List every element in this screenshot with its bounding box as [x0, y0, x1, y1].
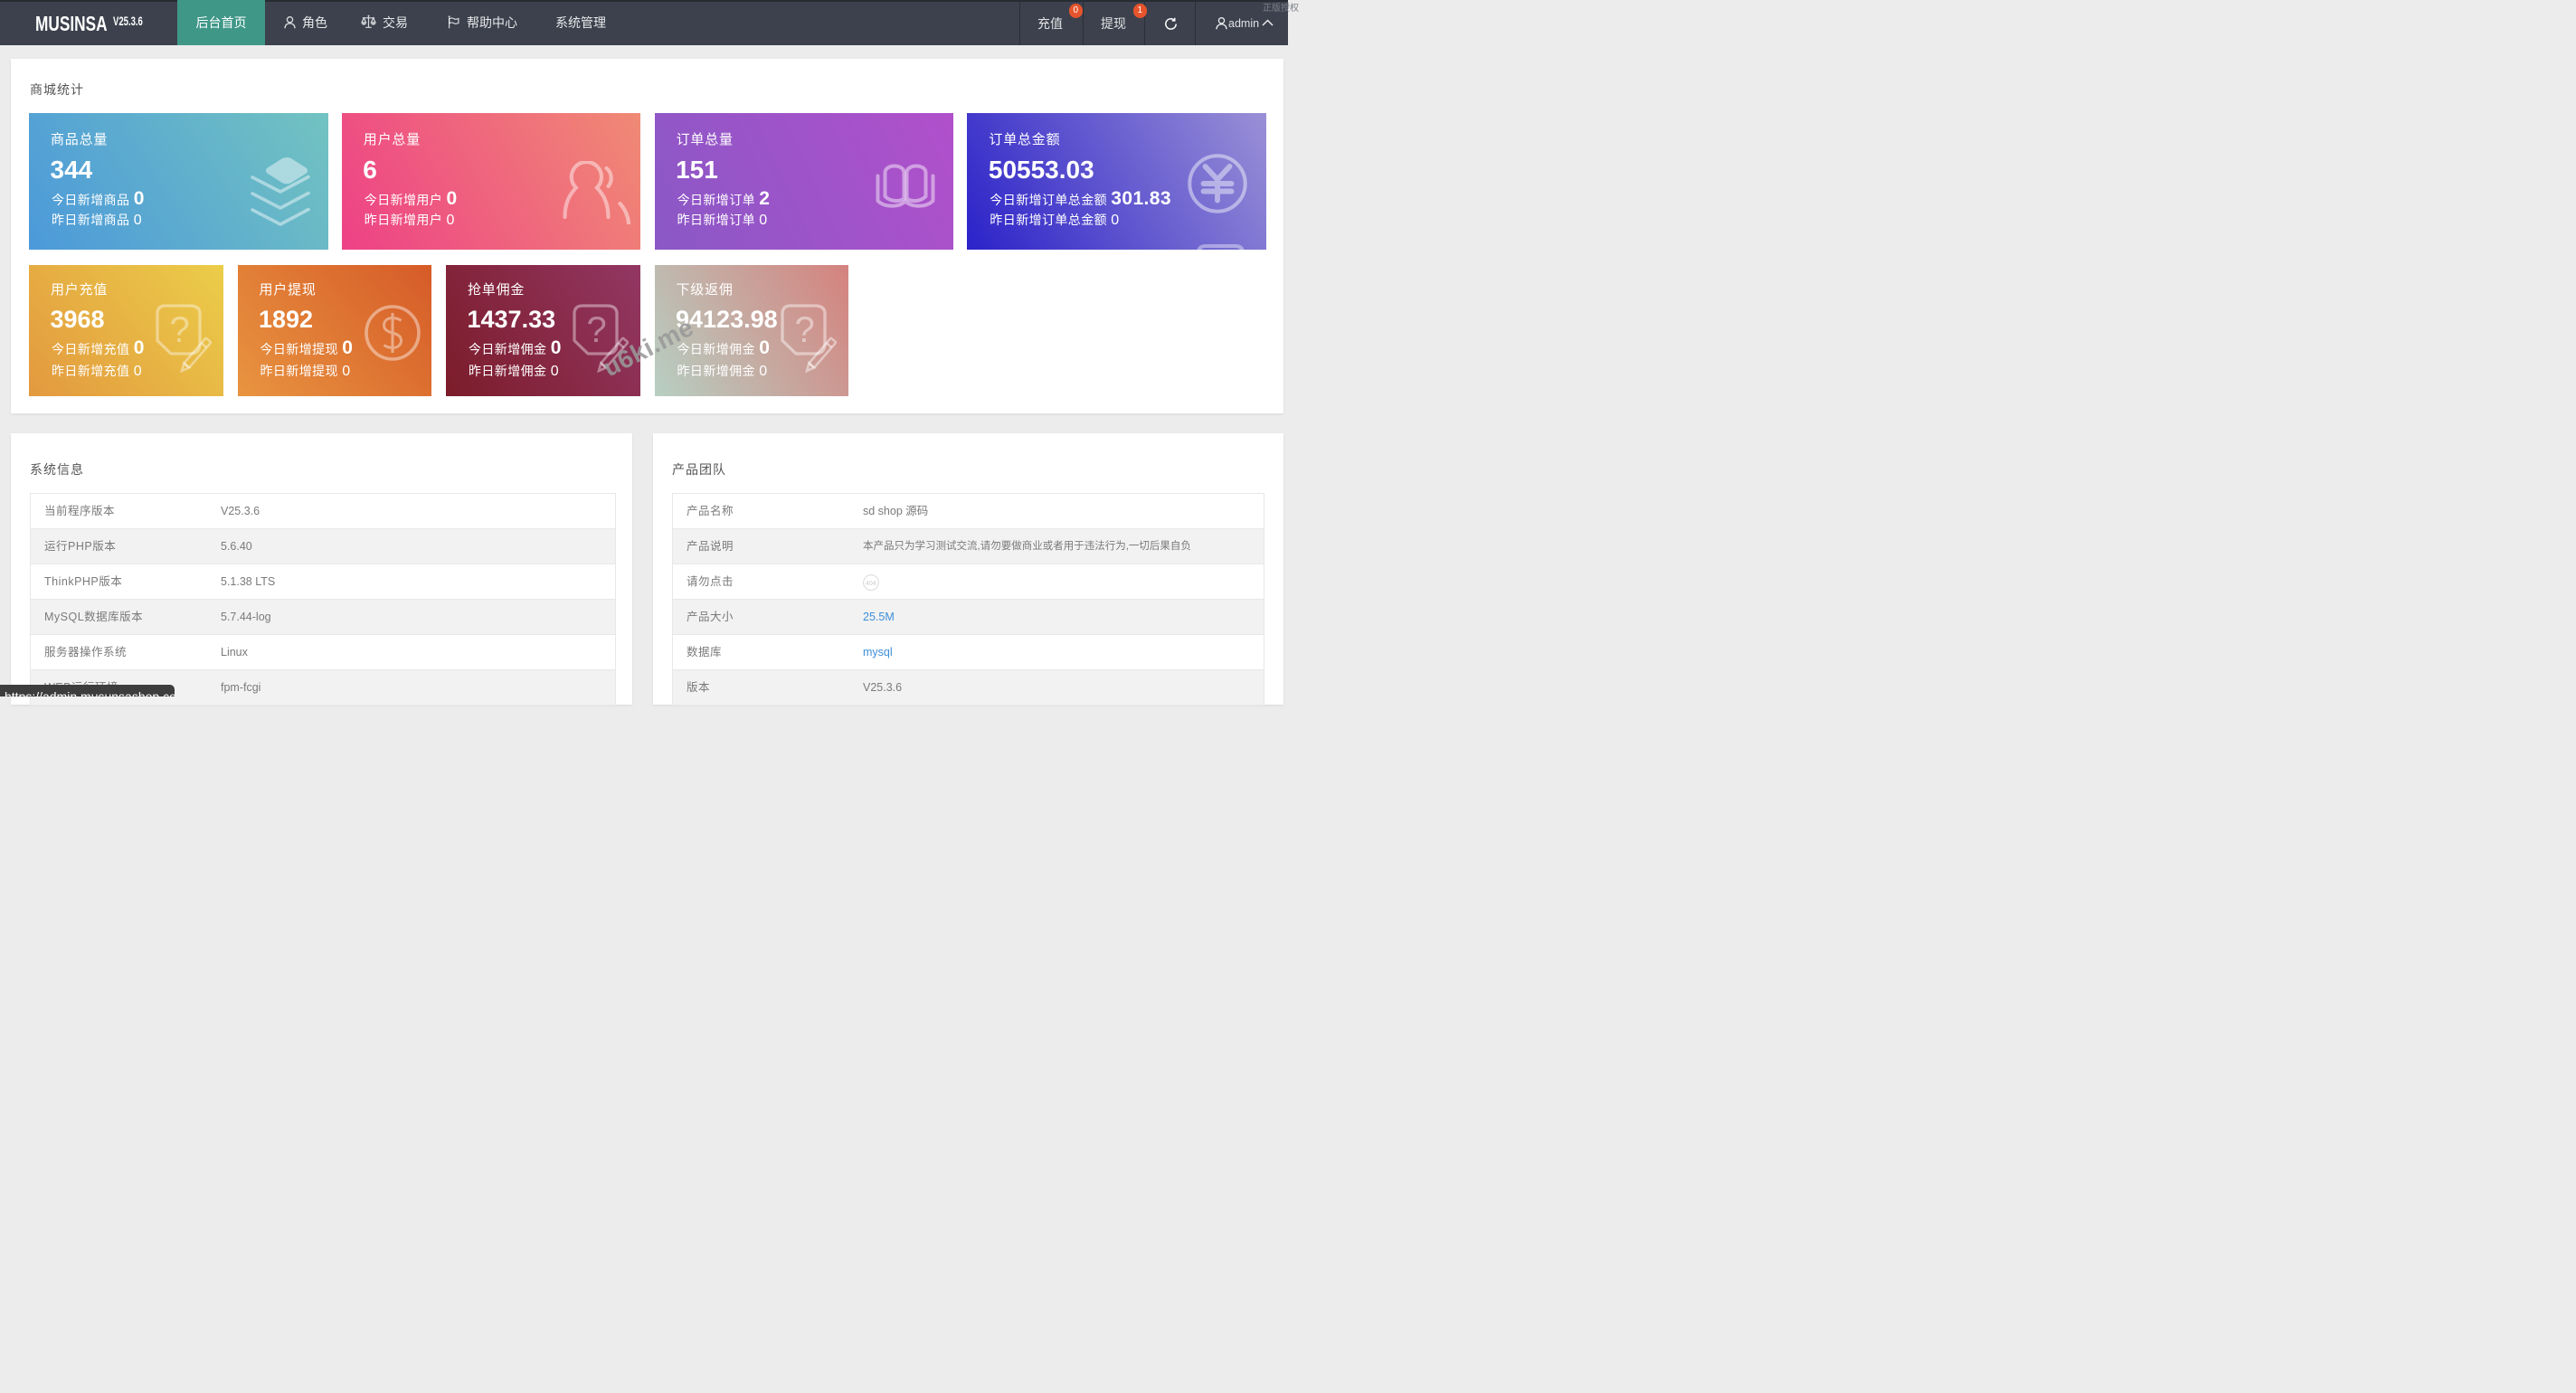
svg-text:?: ? — [795, 310, 815, 350]
svg-text:?: ? — [586, 310, 606, 350]
svg-text:404: 404 — [866, 581, 876, 587]
svg-text:?: ? — [169, 310, 189, 350]
